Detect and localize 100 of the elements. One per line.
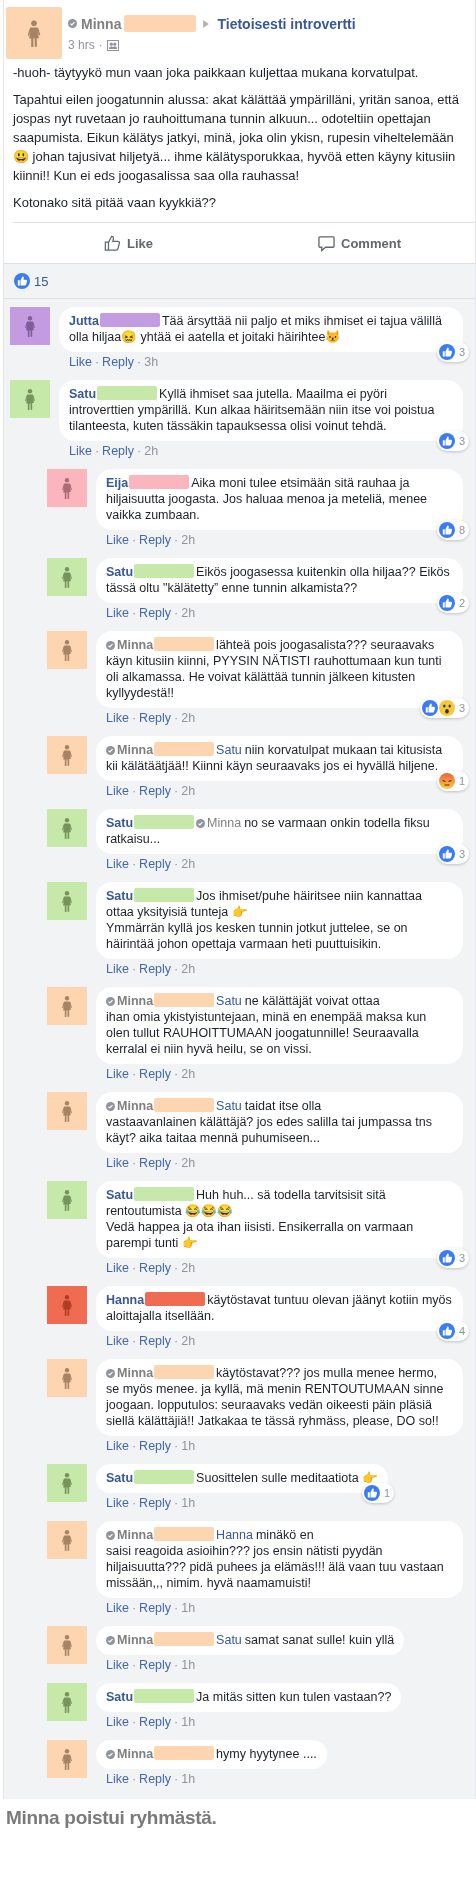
author-name[interactable]: Satu	[106, 889, 134, 903]
mention-link[interactable]: Hanna	[216, 1528, 253, 1542]
speech-bubble-icon	[318, 234, 335, 252]
comment-time: 2h	[181, 1333, 196, 1350]
separator-dot: ·	[174, 1438, 179, 1455]
reply-link[interactable]: Reply	[139, 959, 172, 979]
separator-dot: ·	[131, 1600, 137, 1617]
author-name[interactable]: Minna	[117, 1528, 154, 1542]
author-name[interactable]: Minna	[117, 1633, 154, 1647]
post-time[interactable]: 3 hrs	[68, 38, 95, 52]
author-name[interactable]: Minna	[117, 638, 154, 652]
reaction-badge[interactable]: 3	[419, 698, 469, 718]
reply-link[interactable]: Reply	[139, 1153, 172, 1173]
like-link[interactable]: Like	[106, 1769, 129, 1789]
reply-link[interactable]: Reply	[139, 1598, 172, 1618]
like-link[interactable]: Like	[106, 959, 129, 979]
reply-link[interactable]: Reply	[139, 854, 172, 874]
like-link[interactable]: Like	[106, 1598, 129, 1618]
author-name[interactable]: Minna	[117, 1747, 154, 1761]
author-name[interactable]: Minna	[117, 1366, 154, 1380]
author-name[interactable]: Minna	[81, 15, 122, 32]
mention-link[interactable]: Satu	[216, 1633, 242, 1647]
reaction-badge[interactable]: 4	[436, 1321, 469, 1341]
author-name[interactable]: Satu	[106, 565, 134, 579]
separator-dot: ·	[131, 1714, 137, 1731]
reply-link[interactable]: Reply	[139, 1493, 172, 1513]
author-name[interactable]: Satu	[106, 816, 134, 830]
like-link[interactable]: Like	[106, 1258, 129, 1278]
reply-link[interactable]: Reply	[139, 1258, 172, 1278]
like-reaction-icon	[364, 1485, 381, 1501]
like-link[interactable]: Like	[106, 1436, 129, 1456]
reply-link[interactable]: Reply	[139, 1769, 172, 1789]
separator-dot: ·	[131, 1066, 137, 1083]
author-name[interactable]: Satu	[69, 387, 97, 401]
separator-dot: ·	[131, 1260, 137, 1277]
comment-time: 2h	[181, 783, 196, 800]
comment-text: Satu Huh huh... sä todella tarvitsisit sitä rentoutumista 😂😂😂 Vedä happea ja ota ihan iisisti. Ensikerralla on varmaan parempi tunti 👉	[106, 1187, 415, 1251]
like-link[interactable]: Like	[106, 1655, 129, 1675]
comment-time: 2h	[181, 710, 196, 727]
like-link[interactable]: Like	[106, 1331, 129, 1351]
author-name[interactable]: Satu	[106, 1690, 134, 1704]
reply-link[interactable]: Reply	[102, 352, 135, 372]
reply-link[interactable]: Reply	[139, 1655, 172, 1675]
like-link[interactable]: Like	[106, 603, 129, 623]
author-name[interactable]: Minna	[117, 1099, 154, 1113]
reaction-badge[interactable]: 3	[436, 431, 469, 451]
author-name[interactable]: Satu	[106, 1188, 134, 1202]
comment-text: Satu Ja mitäs sitten kun tulen vastaan??	[106, 1689, 392, 1705]
reaction-badge[interactable]: 1	[362, 1483, 395, 1503]
post-text: -huoh- täytyykö mun vaan joka paikkaan kuljettaa mukana korvatulpat.	[13, 64, 420, 82]
reaction-badge[interactable]: 8	[436, 520, 469, 540]
author-name[interactable]: Minna	[117, 743, 154, 757]
reply-link[interactable]: Reply	[102, 441, 135, 461]
reply-link[interactable]: Reply	[139, 1064, 172, 1084]
mention-link[interactable]: Satu	[216, 743, 242, 757]
like-link[interactable]: Like	[106, 781, 129, 801]
author-name[interactable]: Eija	[106, 476, 129, 490]
reply-link[interactable]: Reply	[139, 1331, 172, 1351]
separator-dot: ·	[174, 1333, 179, 1350]
author-name[interactable]: Minna	[117, 994, 154, 1008]
reaction-badge[interactable]: 1	[436, 771, 469, 791]
comment-button[interactable]: Comment	[244, 223, 475, 263]
reaction-count: 3	[458, 701, 465, 716]
comment-time: 1h	[181, 1600, 196, 1617]
reply-link[interactable]: Reply	[139, 1712, 172, 1732]
reply-link[interactable]: Reply	[139, 530, 172, 550]
like-link[interactable]: Like	[106, 708, 129, 728]
separator-dot: ·	[131, 1771, 137, 1788]
reply-link[interactable]: Reply	[139, 708, 172, 728]
author-name[interactable]: Jutta	[69, 314, 99, 328]
triangle-icon	[203, 19, 210, 28]
reaction-badge[interactable]: 3	[436, 1248, 469, 1268]
reply-link[interactable]: Reply	[139, 603, 172, 623]
like-link[interactable]: Like	[106, 1712, 129, 1732]
like-link[interactable]: Like	[106, 1493, 129, 1513]
caption-text: Minna poistui ryhmästä.	[5, 1806, 218, 1829]
reaction-badge[interactable]: 2	[436, 593, 469, 613]
mention-link[interactable]: Satu	[216, 994, 242, 1008]
mention-link[interactable]: Minna	[207, 816, 242, 830]
like-link[interactable]: Like	[106, 530, 129, 550]
like-link[interactable]: Like	[69, 352, 92, 372]
like-link[interactable]: Like	[106, 1064, 129, 1084]
reply-link[interactable]: Reply	[139, 781, 172, 801]
reaction-badge[interactable]: 3	[436, 342, 469, 362]
like-link[interactable]: Like	[106, 1153, 129, 1173]
like-reaction-icon	[438, 522, 455, 538]
mention-link[interactable]: Satu	[216, 1099, 242, 1113]
verified-icon	[106, 1369, 115, 1378]
author-name[interactable]: Hanna	[106, 1293, 145, 1307]
reaction-badge[interactable]: 3	[436, 844, 469, 864]
reply-link[interactable]: Reply	[139, 1436, 172, 1456]
comment-time: 1h	[181, 1771, 196, 1788]
people-icon	[106, 39, 119, 51]
comment-time: 1h	[181, 1495, 196, 1512]
comment-text: Minna käytöstavat??? jos mulla menee hermo, se myös menee. ja kyllä, mä menin RENTOUTUMAAN sinne joogaan. lopputulos: seuraavaks vedän oikeesti päin pläsiä siellä kälättäjiä!! Jatkakaa te tässä ryhmäss, please, DO so!!	[106, 1365, 445, 1429]
like-link[interactable]: Like	[106, 854, 129, 874]
like-link[interactable]: Like	[69, 441, 92, 461]
group-link[interactable]: Tietoisesti introvertti	[217, 15, 356, 32]
author-name[interactable]: Satu	[106, 1471, 134, 1485]
like-button[interactable]: Like	[13, 223, 244, 263]
